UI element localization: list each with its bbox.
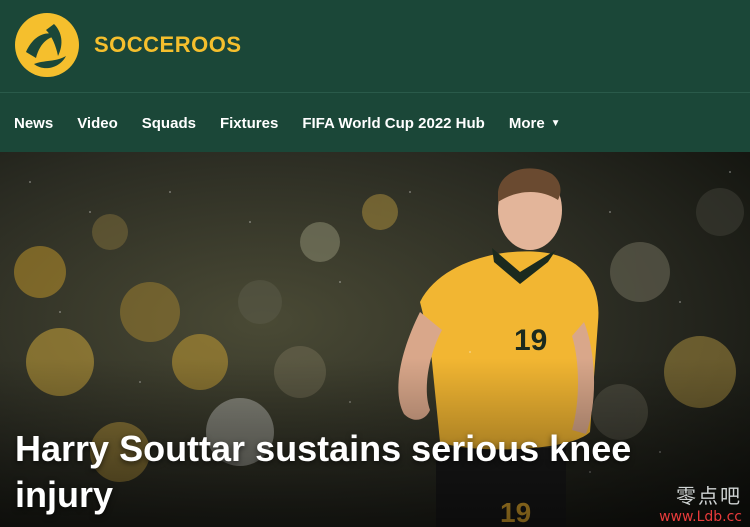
watermark: 零点吧 www.Ldb.cc <box>659 480 742 525</box>
main-nav: News Video Squads Fixtures FIFA World Cu… <box>0 92 750 153</box>
nav-item-world-cup-hub[interactable]: FIFA World Cup 2022 Hub <box>302 115 485 132</box>
nav-item-squads[interactable]: Squads <box>142 115 196 132</box>
nav-more-label: More <box>508 114 545 132</box>
site-header: SOCCEROOS <box>0 0 750 92</box>
hero-banner[interactable]: 19 19 Harry Souttar sustains serious kne… <box>0 152 750 527</box>
brand-name: SOCCEROOS <box>94 32 242 57</box>
nav-item-news[interactable]: News <box>14 115 53 132</box>
nav-item-video[interactable]: Video <box>77 115 118 132</box>
socceroos-logo-icon <box>15 13 79 77</box>
home-logo-link[interactable]: SOCCEROOS <box>14 12 242 78</box>
nav-item-more[interactable]: More ▼ <box>509 115 561 132</box>
watermark-text: 零点吧 <box>676 484 742 508</box>
nav-item-fixtures[interactable]: Fixtures <box>220 115 278 132</box>
caret-down-icon: ▼ <box>550 117 561 129</box>
article-headline[interactable]: Harry Souttar sustains serious knee inju… <box>15 426 635 518</box>
watermark-url: www.Ldb.cc <box>659 509 742 525</box>
